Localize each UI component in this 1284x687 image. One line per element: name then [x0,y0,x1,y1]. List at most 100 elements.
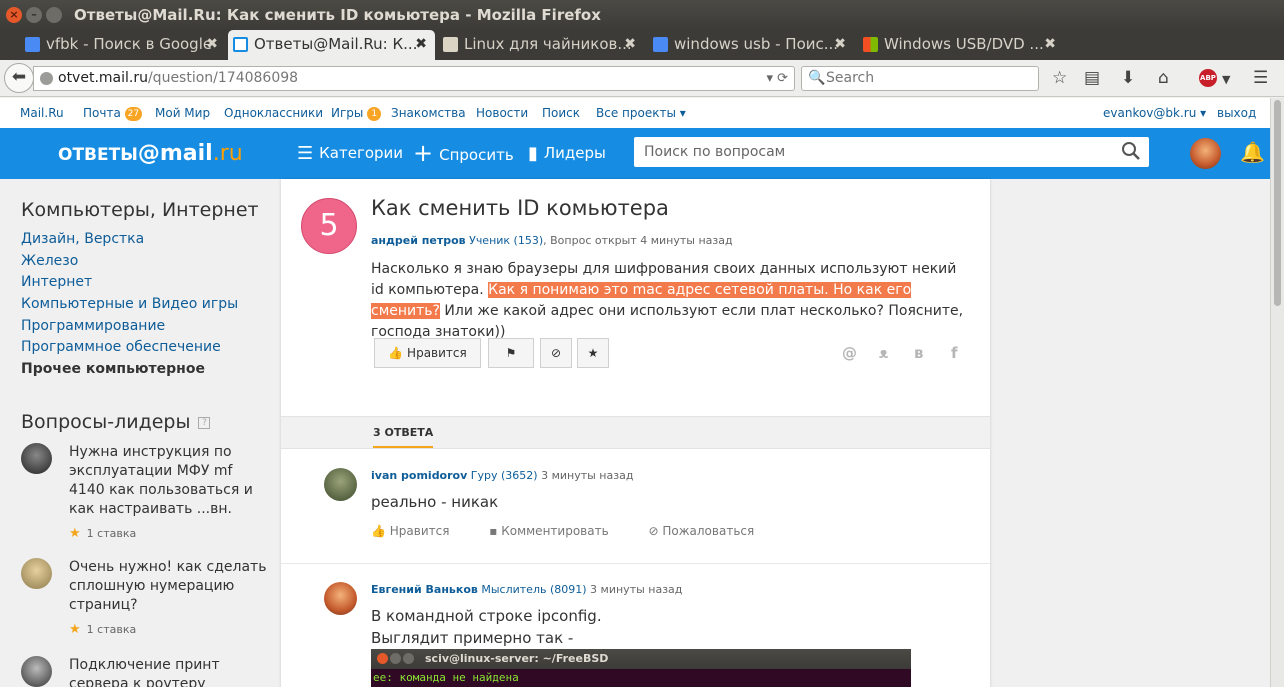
search-icon[interactable] [1121,141,1141,172]
portal-link-dating[interactable]: Знакомства [391,98,466,128]
category-title: Компьютеры, Интернет [21,199,259,221]
back-button[interactable]: ⬅ [4,63,34,93]
sidebar-item-programming[interactable]: Программирование [21,318,165,334]
logout-link[interactable]: выход [1217,98,1256,128]
share-ok-icon[interactable]: ᴥ [879,344,888,362]
maximize-window-button[interactable] [46,7,62,23]
sidebar-item-other[interactable]: Прочее компьютерное [21,361,205,377]
leaders-title: Вопросы-лидеры? [21,411,211,433]
star-icon: ★ [69,526,81,541]
author-rank[interactable]: Гуру (3652) [471,469,538,482]
report-button[interactable]: ⊘ Пожаловаться [648,524,772,538]
portal-bar: Mail.Ru Почта 27 Мой Мир Одноклассники И… [0,98,1270,128]
help-icon[interactable]: ? [198,417,211,429]
scrollbar-thumb[interactable] [1274,100,1281,306]
close-tab-icon[interactable]: ✖ [834,30,846,58]
answer-meta: ivan pomidorov Гуру (3652) 3 минуты наза… [371,469,633,482]
nav-ask[interactable]: + Спросить [413,139,514,167]
divider [281,563,990,564]
user-avatar[interactable] [1190,138,1221,169]
sidebar: Компьютеры, Интернет Дизайн, Верстка Жел… [0,179,281,687]
question-status: Вопрос открыт 4 минуты назад [550,234,733,247]
window-title: Ответы@Mail.Ru: Как сменить ID комьютера… [74,6,601,24]
answer-time: 3 минуты назад [541,469,634,482]
tab-otvety[interactable]: Ответы@Mail.Ru: К... ✖ [228,30,435,60]
user-email-link[interactable]: evankov@bk.ru ▾ [1103,98,1206,128]
avatar[interactable] [324,468,357,501]
answer-text: В командной строке ipconfig. Выглядит пр… [371,607,602,647]
menu-icon[interactable]: ☰ [1253,68,1268,88]
block-icon: ⊘ [550,346,562,360]
url-bar[interactable]: otvet.mail.ru/question/174086098 ▾ ⟳ [33,66,795,91]
tab-windows-usb-dvd[interactable]: Windows USB/DVD ... ✖ [858,30,1064,60]
close-tab-icon[interactable]: ✖ [624,30,636,58]
sidebar-item-internet[interactable]: Интернет [21,274,92,290]
share-vk-icon[interactable]: в [914,344,924,362]
close-tab-icon[interactable]: ✖ [206,30,218,58]
page-scrollbar[interactable] [1270,98,1284,687]
tab-google-search[interactable]: vfbk - Поиск в Google ✖ [20,30,226,60]
question-card: 5 Как сменить ID комьютера андрей петров… [281,179,990,687]
close-tab-icon[interactable]: ✖ [415,30,427,58]
favorite-button[interactable]: ★ [577,338,609,368]
share-facebook-icon[interactable]: f [951,344,958,362]
chevron-down-icon: ▾ [679,106,686,120]
tab-answers[interactable]: 3 ОТВЕТА [373,417,434,448]
leader-question[interactable]: Очень нужно! как сделать сплошную нумера… [21,558,271,637]
avatar [21,656,52,687]
minimize-window-button[interactable]: – [26,7,42,23]
plus-icon: + [413,139,434,167]
sidebar-item-games[interactable]: Компьютерные и Видео игры [21,296,238,312]
bookmark-button[interactable]: ⚑ [488,338,534,368]
tab-windows-usb[interactable]: windows usb - Поис... ✖ [648,30,854,60]
download-icon[interactable]: ⬇ [1121,68,1135,88]
navigation-toolbar: ⬅ otvet.mail.ru/question/174086098 ▾ ⟳ 🔍… [0,60,1284,97]
block-button[interactable]: ⊘ [540,338,572,368]
portal-link-mailru[interactable]: Mail.Ru [20,98,64,128]
answer-text: реально - никак [371,493,499,511]
nav-leaders[interactable]: ▮ Лидеры [528,142,606,165]
thumbs-up-icon: 👍 [388,346,404,360]
adblock-dropdown-icon[interactable]: ▼ [1222,70,1230,90]
otvety-logo[interactable]: ОТВЕТЫ@mail.ru [58,141,243,166]
reading-list-icon[interactable]: ▤ [1084,68,1100,88]
close-tab-icon[interactable]: ✖ [1044,30,1056,58]
star-icon: ★ [69,622,81,637]
portal-link-all-projects[interactable]: Все проекты ▾ [596,98,686,128]
tab-linux[interactable]: Linux для чайников... ✖ [438,30,644,60]
mail-count-badge: 27 [124,107,143,121]
answer-like-button[interactable]: 👍 Нравится [371,524,467,538]
sidebar-item-design[interactable]: Дизайн, Верстка [21,231,144,247]
answer-author-link[interactable]: Евгений Ваньков [371,583,478,596]
like-button[interactable]: 👍 Нравится [374,338,481,368]
chevron-down-icon: ▾ [1200,106,1207,120]
close-window-button[interactable]: × [6,7,22,23]
sidebar-item-software[interactable]: Программное обеспечение [21,339,221,355]
comment-button[interactable]: ▪ Комментировать [489,524,626,538]
site-info-icon[interactable] [40,72,53,85]
reload-icon[interactable]: ▾ ⟳ [766,67,788,90]
web-search-input[interactable]: 🔍 Search [801,66,1039,91]
author-rank[interactable]: Ученик (153) [469,234,543,247]
question-search-input[interactable]: Поиск по вопросам [634,137,1149,167]
avatar[interactable] [324,582,357,615]
answer-author-link[interactable]: ivan pomidorov [371,469,467,482]
leader-question[interactable]: Подключение принт сервера к роутеру [21,656,271,687]
nav-categories[interactable]: ☰ Категории [297,142,403,165]
bookmark-star-icon[interactable]: ☆ [1052,68,1067,88]
portal-link-odnoklassniki[interactable]: Одноклассники [224,98,323,128]
bell-icon[interactable]: 🔔 [1240,140,1265,164]
share-mail-icon[interactable]: @ [842,344,857,362]
portal-link-news[interactable]: Новости [476,98,528,128]
portal-link-search[interactable]: Поиск [542,98,580,128]
home-icon[interactable]: ⌂ [1158,68,1169,88]
sidebar-item-hardware[interactable]: Железо [21,253,78,269]
question-author-link[interactable]: андрей петров [371,234,466,247]
adblock-icon[interactable]: ABP [1199,69,1217,87]
leader-question[interactable]: Нужна инструкция по эксплуатации МФУ mf … [21,443,271,541]
portal-link-games[interactable]: Игры 1 [331,98,382,128]
portal-link-myworld[interactable]: Мой Мир [155,98,210,128]
web-page: Mail.Ru Почта 27 Мой Мир Одноклассники И… [0,98,1270,687]
author-rank[interactable]: Мыслитель (8091) [481,583,586,596]
portal-link-mail[interactable]: Почта 27 [83,98,143,128]
